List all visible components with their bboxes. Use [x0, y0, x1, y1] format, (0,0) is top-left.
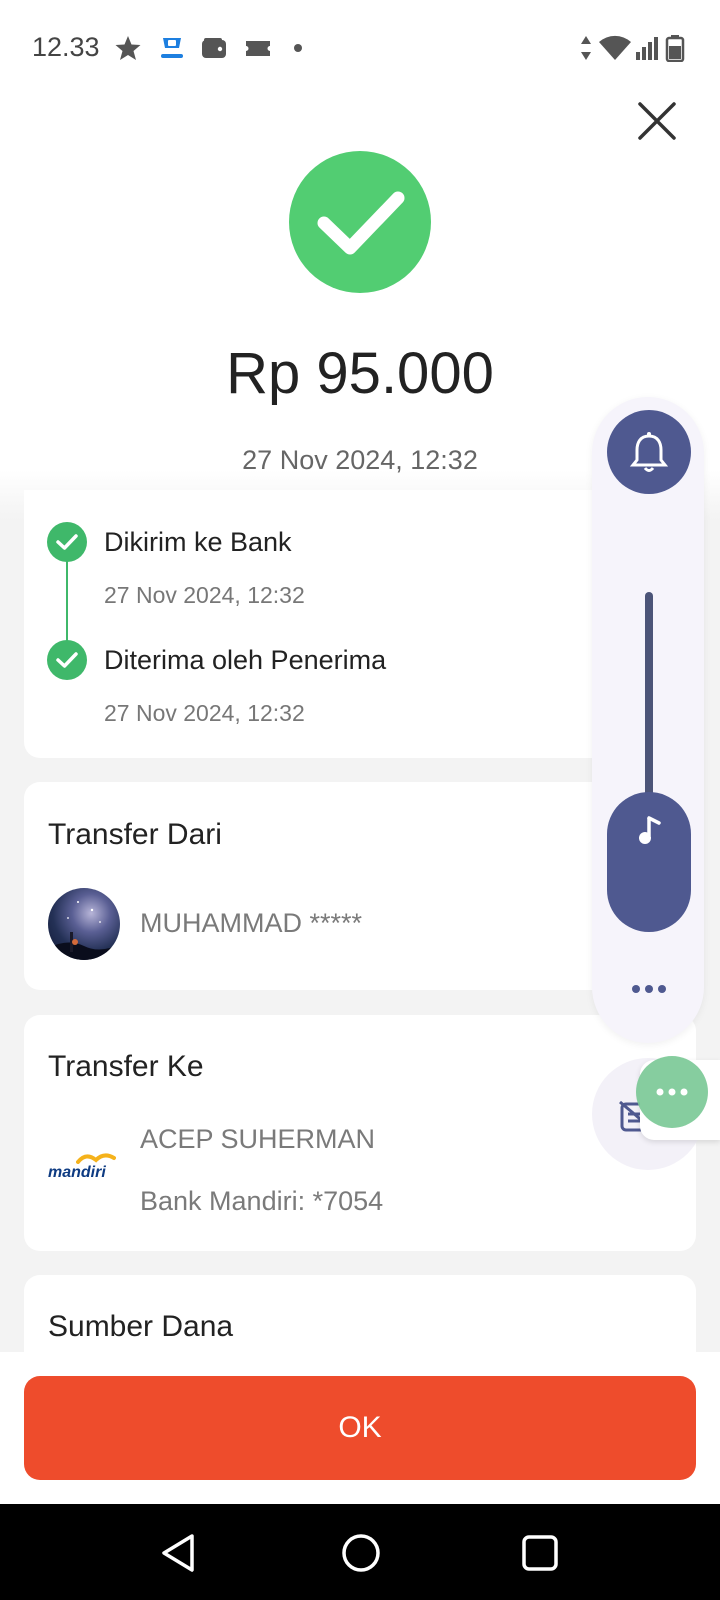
recipient-name: ACEP SUHERMAN — [140, 1124, 376, 1154]
ok-button[interactable]: OK — [24, 1376, 696, 1480]
dot-icon — [294, 44, 302, 52]
more-dots-icon — [656, 1088, 688, 1096]
home-icon[interactable] — [340, 1532, 382, 1574]
recents-icon[interactable] — [520, 1532, 560, 1574]
transfer-to-title: Transfer Ke — [48, 1050, 204, 1083]
transaction-amount: Rp 95.000 — [226, 341, 494, 406]
ringer-mode-button[interactable] — [607, 410, 691, 494]
status-time: 12.33 — [32, 32, 100, 62]
chat-bubble-button[interactable] — [636, 1056, 708, 1128]
transfer-from-title: Transfer Dari — [48, 818, 222, 851]
data-arrows-icon — [581, 36, 591, 60]
success-badge — [289, 151, 431, 293]
timeline-check-icon — [47, 522, 87, 562]
sender-name: MUHAMMAD ***** — [140, 908, 363, 938]
avatar — [48, 888, 120, 960]
battery-icon — [665, 35, 685, 62]
wallet-icon — [202, 38, 226, 58]
navigation-bar — [0, 1504, 720, 1600]
source-of-funds-title: Sumber Dana — [48, 1310, 234, 1343]
volume-slider-thumb[interactable] — [607, 792, 691, 932]
music-note-icon — [639, 816, 661, 844]
status-bar: 12.33 — [0, 0, 720, 96]
star-icon — [115, 36, 141, 60]
timeline-check-icon — [47, 640, 87, 680]
recipient-account: Bank Mandiri: *7054 — [140, 1186, 384, 1216]
check-icon — [317, 191, 405, 255]
volume-slider-track[interactable] — [645, 592, 653, 812]
bank-mandiri-logo: mandiri — [48, 1153, 120, 1182]
timeline-step-title: Dikirim ke Bank — [104, 527, 292, 557]
back-icon[interactable] — [158, 1532, 198, 1574]
bell-icon — [629, 432, 669, 472]
ticket-icon — [246, 41, 270, 56]
timeline-step-time: 27 Nov 2024, 12:32 — [104, 700, 305, 726]
timeline-connector — [66, 560, 68, 642]
wifi-icon — [599, 35, 631, 60]
timeline-step-time: 27 Nov 2024, 12:32 — [104, 582, 305, 608]
close-icon[interactable] — [636, 100, 678, 142]
signal-icon — [636, 37, 658, 60]
more-dots-icon[interactable] — [622, 974, 676, 1004]
app-notification-icon — [160, 38, 184, 60]
timeline-step-title: Diterima oleh Penerima — [104, 645, 387, 675]
